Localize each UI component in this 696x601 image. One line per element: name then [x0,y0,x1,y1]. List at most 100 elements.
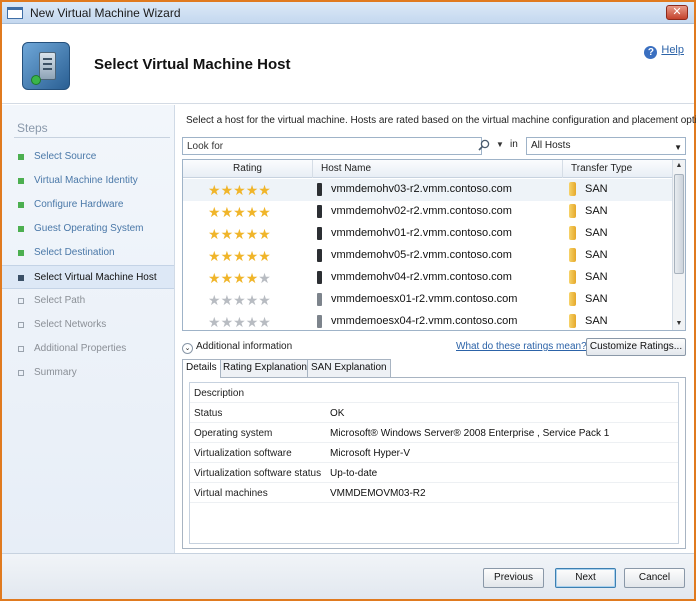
column-header-transfer-type[interactable]: Transfer Type [563,160,673,178]
transfer-type-cell: SAN [585,271,608,283]
transfer-type-cell: SAN [585,227,608,239]
star-icon: ★ [258,314,271,330]
sidebar-step: Select Networks [2,313,174,337]
table-row[interactable]: ★★★★★ vmmdemohv04-r2.vmm.contoso.com SAN [183,267,673,289]
step-label: Guest Operating System [34,223,144,234]
star-icon: ★ [258,204,271,220]
details-key: Description [194,388,245,399]
wizard-header: Select Virtual Machine Host ? Help [2,24,694,104]
help-link[interactable]: ? Help [644,44,684,59]
steps-title: Steps [17,121,48,135]
server-icon [317,183,322,196]
table-row[interactable]: ★★★★★ vmmdemohv02-r2.vmm.contoso.com SAN [183,201,673,223]
table-row[interactable]: ★★★★★ vmmdemohv05-r2.vmm.contoso.com SAN [183,245,673,267]
table-row[interactable]: ★★★★★ vmmdemohv03-r2.vmm.contoso.com SAN [183,179,673,201]
host-name-cell: vmmdemohv03-r2.vmm.contoso.com [331,183,512,195]
cancel-button[interactable]: Cancel [624,568,685,588]
window-app-icon [7,7,23,19]
transfer-type-cell: SAN [585,183,608,195]
tab-rating-explanation[interactable]: Rating Explanation [219,359,311,377]
search-row: ▼ in All Hosts ▼ [182,137,686,155]
scroll-up-icon[interactable]: ▲ [673,160,685,172]
star-rating: ★★★★★ [208,182,271,198]
star-icon: ★ [258,248,271,264]
step-marker-icon [18,250,24,256]
star-rating: ★★★★★ [208,204,271,220]
sidebar-step[interactable]: Configure Hardware [2,193,174,217]
sidebar-step[interactable]: Select Destination [2,241,174,265]
sidebar-step[interactable]: Virtual Machine Identity [2,169,174,193]
step-label: Select Virtual Machine Host [34,272,157,283]
grid-scrollbar[interactable]: ▲ ▼ [672,160,685,330]
sidebar-step[interactable]: Select Virtual Machine Host [2,265,174,289]
sidebar-step[interactable]: Select Source [2,145,174,169]
star-icon: ★ [220,204,234,220]
instructions-text: Select a host for the virtual machine. H… [186,115,696,126]
step-marker-icon [18,154,24,160]
star-icon: ★ [220,314,234,330]
step-marker-icon [18,298,24,304]
host-group-select[interactable]: All Hosts ▼ [526,137,686,155]
host-name-cell: vmmdemohv04-r2.vmm.contoso.com [331,271,512,283]
tab-san-explanation[interactable]: SAN Explanation [307,359,391,377]
star-icon: ★ [245,182,259,198]
details-row: Operating system Microsoft® Windows Serve… [190,423,678,443]
scroll-thumb[interactable] [674,174,684,274]
star-icon: ★ [258,182,271,198]
table-row[interactable]: ★★★★★ vmmdemoesx01-r2.vmm.contoso.com SAN [183,289,673,311]
customize-ratings-button[interactable]: Customize Ratings... [586,338,686,356]
star-icon: ★ [233,204,246,220]
star-icon: ★ [233,248,246,264]
star-rating: ★★★★★ [208,292,271,308]
server-icon [317,271,322,284]
table-row[interactable]: ★★★★★ vmmdemoesx04-r2.vmm.contoso.com SAN [183,311,673,330]
step-marker-icon [18,346,24,352]
search-input[interactable] [182,137,482,155]
star-icon: ★ [220,270,234,286]
san-storage-icon [569,226,576,240]
transfer-type-cell: SAN [585,293,608,305]
page-title: Select Virtual Machine Host [94,56,291,73]
search-options-chevron-icon[interactable]: ▼ [496,140,504,149]
help-label: Help [661,44,684,56]
step-marker-icon [18,322,24,328]
table-row[interactable]: ★★★★★ vmmdemohv01-r2.vmm.contoso.com SAN [183,223,673,245]
next-button[interactable]: Next [555,568,616,588]
star-icon: ★ [208,314,221,330]
chevron-down-icon: ⌄ [182,343,193,354]
column-header-rating[interactable]: Rating [183,160,313,178]
star-icon: ★ [220,292,234,308]
steps-sidebar: Steps Select Source Virtual Machine Ident… [2,105,175,553]
star-icon: ★ [258,226,271,242]
steps-divider [14,137,170,138]
previous-button[interactable]: Previous [483,568,544,588]
details-row: Description [190,383,678,403]
sidebar-step[interactable]: Guest Operating System [2,217,174,241]
star-rating: ★★★★★ [208,248,271,264]
window-title: New Virtual Machine Wizard [30,6,181,20]
column-header-host-name[interactable]: Host Name [313,160,563,178]
transfer-type-cell: SAN [585,205,608,217]
details-key: Status [194,408,223,419]
star-icon: ★ [208,182,221,198]
close-button[interactable]: ✕ [666,5,688,20]
details-row: Status OK [190,403,678,423]
scroll-down-icon[interactable]: ▼ [673,318,685,330]
host-name-cell: vmmdemohv02-r2.vmm.contoso.com [331,205,512,217]
star-icon: ★ [208,226,221,242]
ratings-help-link[interactable]: What do these ratings mean? [456,341,587,352]
details-value: Microsoft® Windows Server® 2008 Enterpri… [330,428,610,439]
search-icon[interactable] [478,139,490,151]
server-icon [317,205,322,218]
transfer-type-cell: SAN [585,249,608,261]
star-icon: ★ [220,182,234,198]
tab-details[interactable]: Details [182,359,221,378]
step-marker-icon [18,370,24,376]
details-row: Virtualization software Microsoft Hyper-V [190,443,678,463]
step-label: Configure Hardware [34,199,124,210]
additional-info-toggle[interactable]: ⌄ Additional information [182,341,292,354]
step-label: Virtual Machine Identity [34,175,138,186]
details-row: Virtualization software status Up-to-date [190,463,678,483]
status-dot-icon [31,75,41,85]
details-value: Microsoft Hyper-V [330,448,411,459]
